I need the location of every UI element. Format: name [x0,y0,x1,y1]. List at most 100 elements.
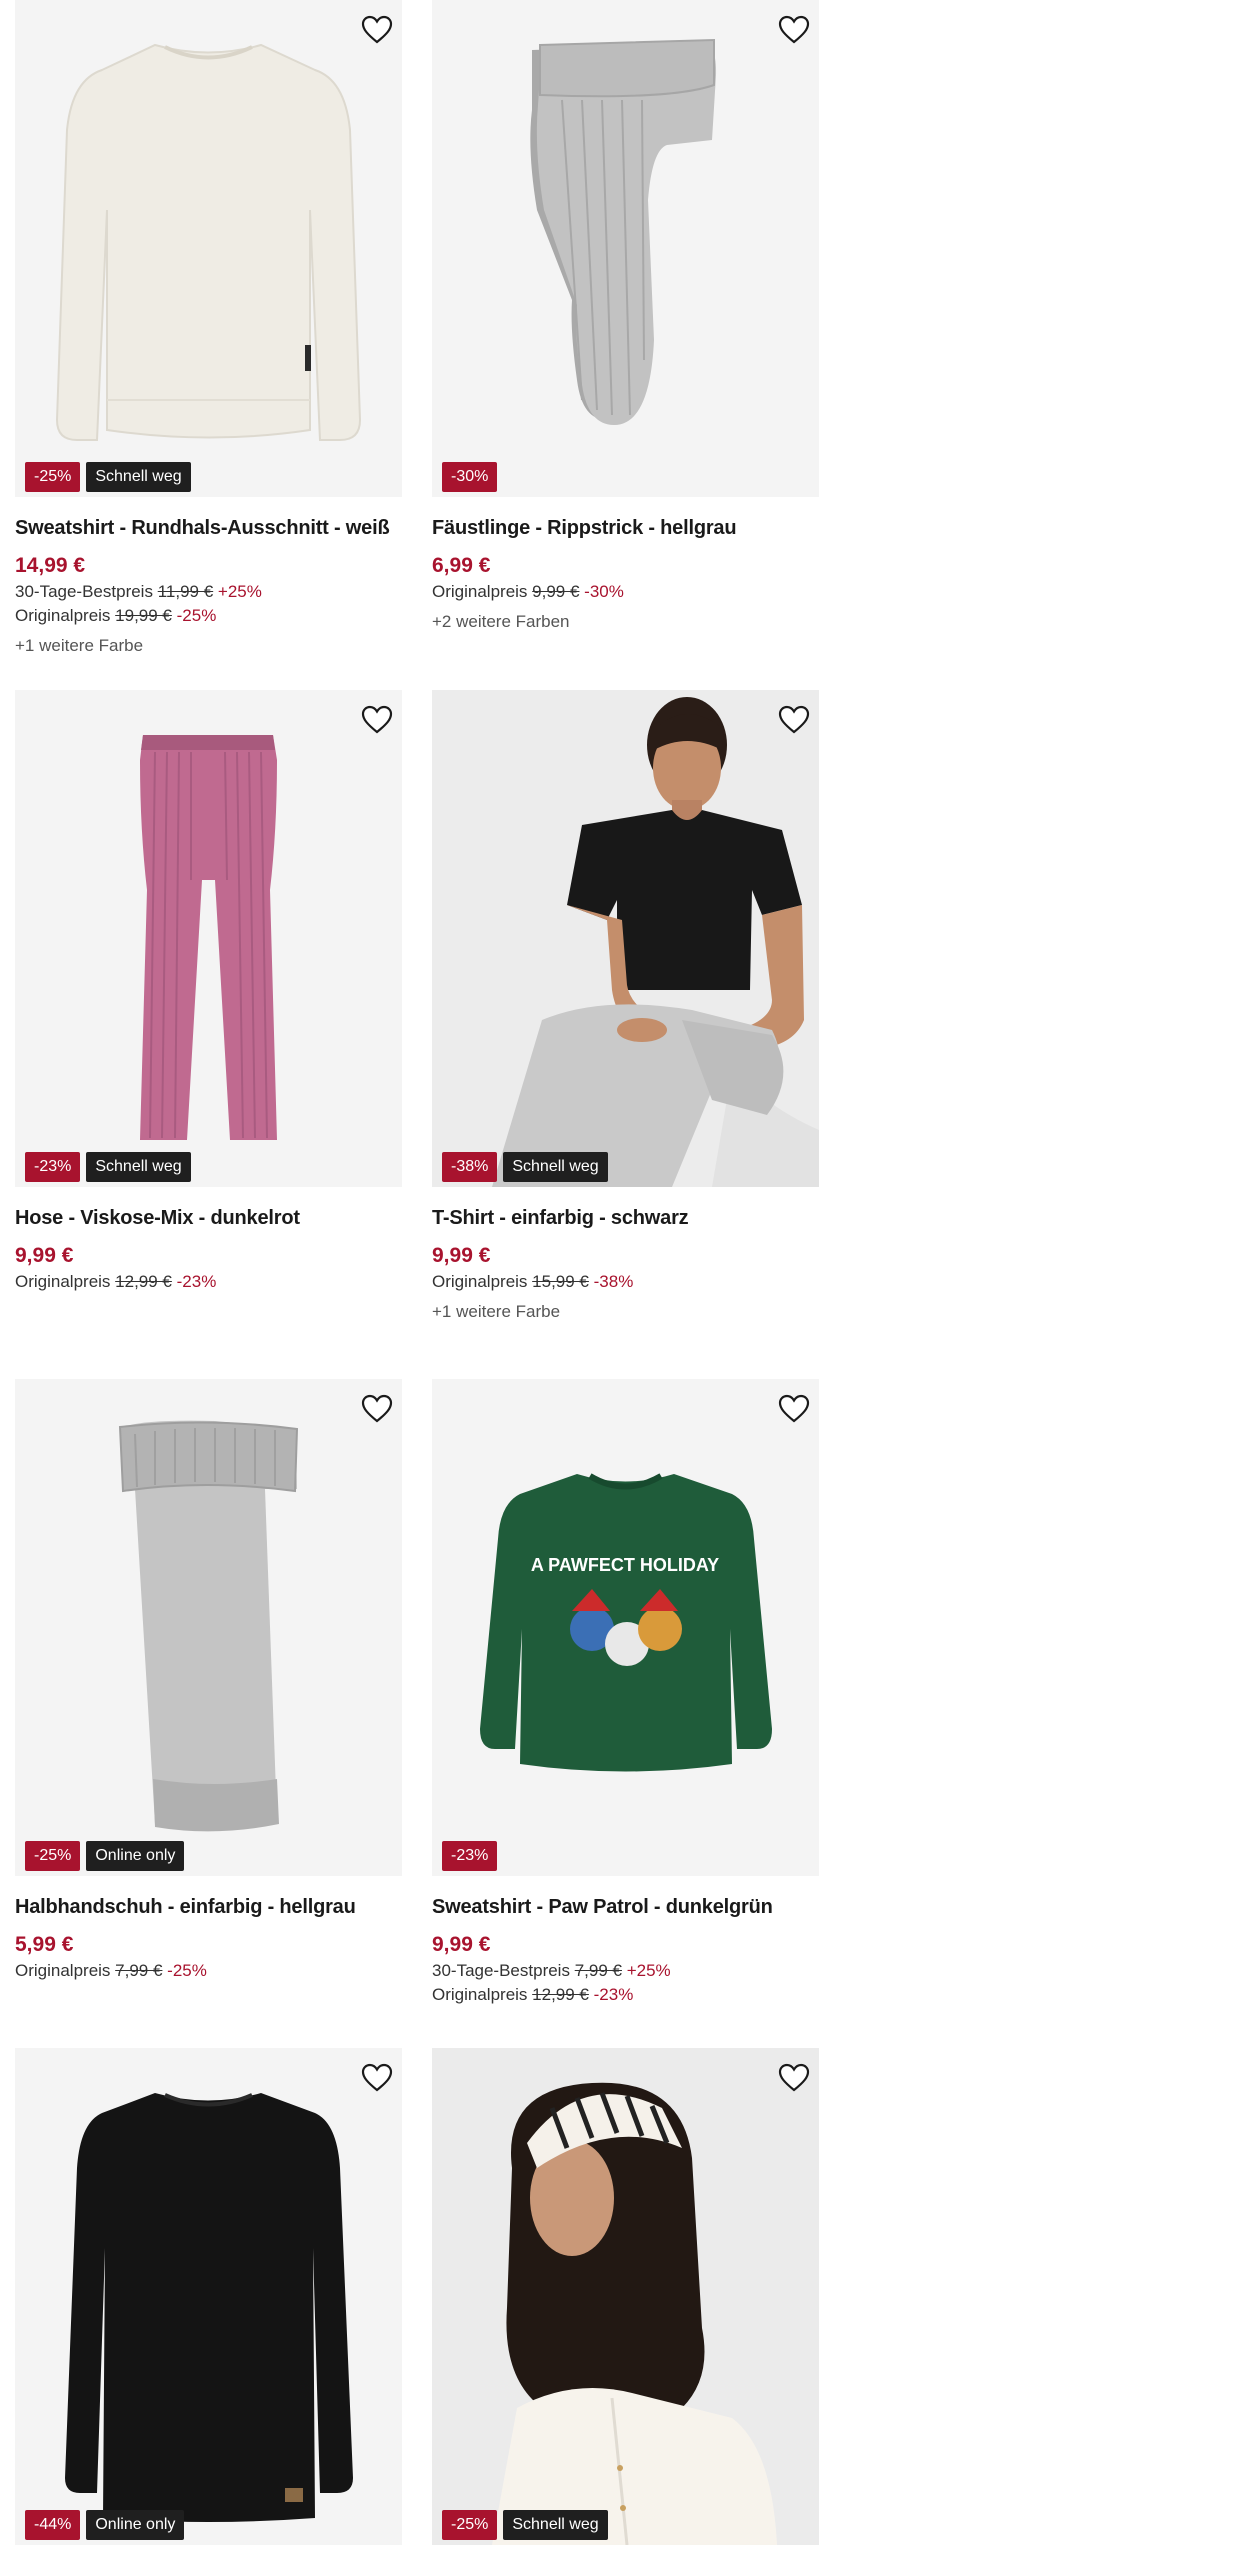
product-card[interactable]: -44% Online only [15,2048,402,2545]
discount-badge: -25% [25,462,81,492]
green-sweatshirt-image: A PAWFECT HOLIDAY [432,1379,819,1876]
status-badge: Schnell weg [503,2510,608,2540]
grey-mittens-image [432,0,819,497]
best-price-value: 7,99 € [574,1961,622,1980]
product-image[interactable]: -25% Schnell weg [432,2048,819,2545]
product-title[interactable]: Halbhandschuh - einfarbig - hellgrau [15,1896,402,1919]
product-title[interactable]: Sweatshirt - Paw Patrol - dunkelgrün [432,1896,819,1919]
product-card[interactable]: -25% Online only Halbhandschuh - einfarb… [15,1379,402,1981]
wishlist-heart-icon[interactable] [359,2060,395,2096]
wishlist-heart-icon[interactable] [359,1391,395,1427]
badge-group: -23% Schnell weg [25,1152,191,1182]
original-price-value: 12,99 € [532,1985,589,2004]
original-price-label: Originalpreis [432,582,528,601]
status-badge: Online only [86,1841,185,1871]
original-price-pct: -25% [167,1961,207,1980]
original-price-pct: -23% [593,1985,634,2004]
product-price: 9,99 € [15,1244,74,1267]
badge-group: -38% Schnell weg [442,1152,608,1182]
wishlist-heart-icon[interactable] [776,1391,812,1427]
product-image[interactable]: A PAWFECT HOLIDAY -23% [432,1379,819,1876]
print-text: A PAWFECT HOLIDAY [531,1555,719,1575]
product-title[interactable]: T-Shirt - einfarbig - schwarz [432,1207,819,1230]
model-headscarf-image [432,2048,819,2545]
product-title[interactable]: Fäustlinge - Rippstrick - hellgrau [432,517,819,540]
wishlist-heart-icon[interactable] [359,702,395,738]
badge-group: -25% Schnell weg [442,2510,608,2540]
product-price: 9,99 € [432,1244,491,1267]
original-price-label: Originalpreis [15,1961,111,1980]
status-badge: Schnell weg [86,1152,191,1182]
original-price-label: Originalpreis [15,606,111,625]
white-sweatshirt-image [15,0,402,497]
original-price-pct: -25% [176,606,217,625]
discount-badge: -25% [25,1841,81,1871]
product-card[interactable]: -25% Schnell weg [432,2048,819,2545]
original-price-pct: -30% [584,582,624,601]
original-price-label: Originalpreis [432,1272,528,1291]
original-price-line: Originalpreis 19,99 € -25% [15,606,402,626]
original-price-value: 9,99 € [532,582,580,601]
product-price: 9,99 € [432,1933,491,1956]
original-price-line: Originalpreis 12,99 € -23% [15,1272,402,1292]
original-price-line: Originalpreis 9,99 € -30% [432,582,819,602]
original-price-line: Originalpreis 12,99 € -23% [432,1985,819,2005]
product-card[interactable]: -30% Fäustlinge - Rippstrick - hellgrau … [432,0,819,632]
badge-group: -30% [442,462,498,492]
black-longsleeve-image [15,2048,402,2545]
original-price-pct: -38% [593,1272,634,1291]
wishlist-heart-icon[interactable] [776,2060,812,2096]
original-price-value: 7,99 € [115,1961,163,1980]
best-price-line: 30-Tage-Bestpreis 7,99 € +25% [432,1961,819,1981]
product-card[interactable]: -23% Schnell weg Hose - Viskose-Mix - du… [15,690,402,1292]
original-price-line: Originalpreis 15,99 € -38% [432,1272,819,1292]
original-price-value: 15,99 € [532,1272,589,1291]
original-price-label: Originalpreis [15,1272,111,1291]
discount-badge: -44% [25,2510,81,2540]
product-image[interactable]: -25% Online only [15,1379,402,1876]
original-price-pct: -23% [176,1272,217,1291]
product-price: 14,99 € [15,554,86,577]
status-badge: Online only [86,2510,185,2540]
badge-group: -25% Schnell weg [25,462,191,492]
discount-badge: -23% [442,1841,498,1871]
original-price-value: 12,99 € [115,1272,172,1291]
original-price-line: Originalpreis 7,99 € -25% [15,1961,402,1981]
discount-badge: -23% [25,1152,81,1182]
status-badge: Schnell weg [503,1152,608,1182]
badge-group: -23% [442,1841,498,1871]
best-price-pct: +25% [217,582,262,601]
wishlist-heart-icon[interactable] [359,12,395,48]
discount-badge: -38% [442,1152,498,1182]
badge-group: -44% Online only [25,2510,185,2540]
status-badge: Schnell weg [86,462,191,492]
grey-arm-warmer-image [15,1379,402,1876]
product-price: 6,99 € [432,554,491,577]
product-card[interactable]: -25% Schnell weg Sweatshirt - Rundhals-A… [15,0,402,656]
pink-pants-image [15,690,402,1187]
product-card[interactable]: -38% Schnell weg T-Shirt - einfarbig - s… [432,690,819,1322]
best-price-value: 11,99 € [157,582,214,601]
best-price-label: 30-Tage-Bestpreis [432,1961,570,1980]
more-colors-link[interactable]: +1 weitere Farbe [432,1302,819,1322]
product-title[interactable]: Sweatshirt - Rundhals-Ausschnitt - weiß [15,517,402,540]
best-price-pct: +25% [626,1961,671,1980]
original-price-label: Originalpreis [432,1985,528,2004]
product-image[interactable]: -44% Online only [15,2048,402,2545]
best-price-line: 30-Tage-Bestpreis 11,99 € +25% [15,582,402,602]
product-image[interactable]: -30% [432,0,819,497]
product-image[interactable]: -25% Schnell weg [15,0,402,497]
badge-group: -25% Online only [25,1841,185,1871]
discount-badge: -25% [442,2510,498,2540]
product-image[interactable]: -23% Schnell weg [15,690,402,1187]
best-price-label: 30-Tage-Bestpreis [15,582,153,601]
more-colors-link[interactable]: +1 weitere Farbe [15,636,402,656]
product-title[interactable]: Hose - Viskose-Mix - dunkelrot [15,1207,402,1230]
product-price: 5,99 € [15,1933,74,1956]
wishlist-heart-icon[interactable] [776,12,812,48]
product-image[interactable]: -38% Schnell weg [432,690,819,1187]
model-tshirt-image [432,690,819,1187]
product-card[interactable]: A PAWFECT HOLIDAY -23% Sweatshirt - Paw … [432,1379,819,2005]
wishlist-heart-icon[interactable] [776,702,812,738]
more-colors-link[interactable]: +2 weitere Farben [432,612,819,632]
